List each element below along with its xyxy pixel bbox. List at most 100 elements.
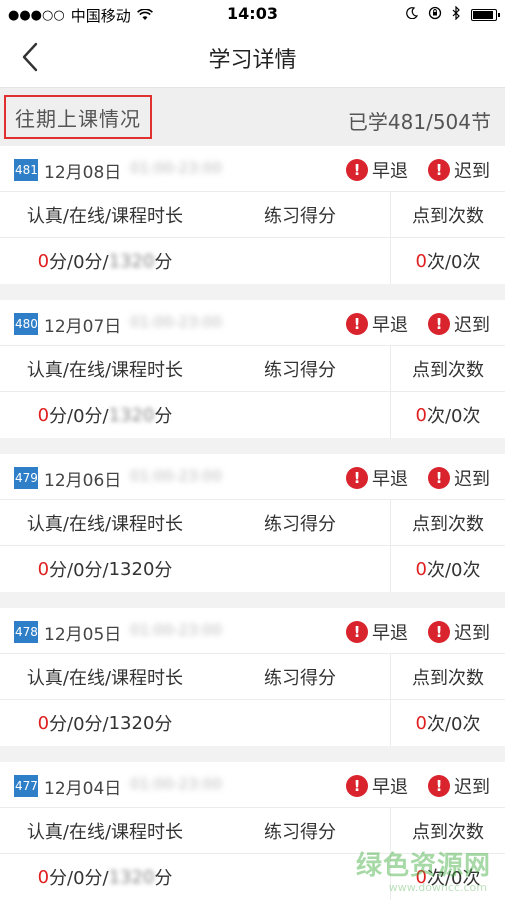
lesson-time: 01:00-23:00 [130,621,222,639]
lesson-card[interactable]: 480 12月07日 01:00-23:00 ! 早退 ! 迟到 认真/在线/课… [0,300,505,438]
history-label: 往期上课情况 [4,95,152,139]
lesson-number-badge: 481 [14,159,38,181]
lesson-time: 01:00-23:00 [130,775,222,793]
duration-column-header: 认真/在线/课程时长 [26,513,184,535]
late-label: 迟到 [454,777,490,798]
checkin-count: 0 [415,250,427,272]
course-minutes: 1320 [108,558,155,580]
duration-column-header: 认真/在线/课程时长 [26,205,184,227]
lesson-number-badge: 479 [14,467,38,489]
minute-unit: 分 [154,714,173,735]
leave-early-flag: ! 早退 [346,157,408,183]
score-column-header: 练习得分 [264,205,336,227]
lesson-date: 12月04日 [44,779,122,799]
lesson-date: 12月06日 [44,471,122,491]
value-row: 0 分/0分/1320 分 0 次/0次 [0,700,505,746]
lesson-card[interactable]: 479 12月06日 01:00-23:00 ! 早退 ! 迟到 认真/在线/课… [0,454,505,592]
duration-text: 分/0分/ [49,560,109,581]
duration-text: 分/0分/ [49,406,109,427]
lesson-progress: 已学481/504节 [347,110,491,134]
leave-early-label: 早退 [372,777,408,798]
checkin-column-header: 点到次数 [390,346,505,391]
minute-unit: 分 [154,252,173,273]
score-column-header: 练习得分 [264,513,336,535]
duration-value: 0 分/0分/1320 分 [0,392,210,438]
duration-value: 0 分/0分/1320 分 [0,238,210,284]
column-header-row: 认真/在线/课程时长 练习得分 点到次数 [0,346,505,392]
duration-column-header: 认真/在线/课程时长 [26,821,184,843]
late-flag: ! 迟到 [428,157,490,183]
leave-early-flag: ! 早退 [346,311,408,337]
leave-early-flag: ! 早退 [346,619,408,645]
score-column-header: 练习得分 [264,667,336,689]
score-column-header: 练习得分 [264,359,336,381]
alert-icon: ! [428,775,450,797]
late-flag: ! 迟到 [428,619,490,645]
duration-text: 分/0分/ [49,714,109,735]
lesson-time: 01:00-23:00 [130,159,222,177]
lesson-date: 12月07日 [44,317,122,337]
late-label: 迟到 [454,469,490,490]
duration-text: 分/0分/ [49,252,109,273]
late-label: 迟到 [454,623,490,644]
alert-icon: ! [346,313,368,335]
lesson-card[interactable]: 481 12月08日 01:00-23:00 ! 早退 ! 迟到 认真/在线/课… [0,146,505,284]
status-right [406,5,500,24]
attentive-minutes: 0 [37,866,50,888]
alert-icon: ! [346,621,368,643]
checkin-text: 次/0次 [426,406,481,427]
alert-icon: ! [428,313,450,335]
score-value [210,700,390,746]
leave-early-label: 早退 [372,469,408,490]
attentive-minutes: 0 [37,712,50,734]
checkin-column-header: 点到次数 [390,192,505,237]
duration-value: 0 分/0分/1320 分 [0,854,210,900]
column-header-row: 认真/在线/课程时长 练习得分 点到次数 [0,500,505,546]
alert-icon: ! [428,159,450,181]
attentive-minutes: 0 [37,404,50,426]
lesson-header: 481 12月08日 01:00-23:00 ! 早退 ! 迟到 [0,146,505,192]
checkin-count: 0 [415,404,427,426]
alert-icon: ! [346,467,368,489]
column-header-row: 认真/在线/课程时长 练习得分 点到次数 [0,192,505,238]
score-value [210,392,390,438]
column-header-row: 认真/在线/课程时长 练习得分 点到次数 [0,654,505,700]
nav-bar: 学习详情 [0,28,505,88]
checkin-count: 0 [415,558,427,580]
late-flag: ! 迟到 [428,311,490,337]
battery-icon [471,9,500,21]
lesson-number-badge: 477 [14,775,38,797]
alert-icon: ! [428,621,450,643]
leave-early-flag: ! 早退 [346,773,408,799]
course-minutes: 1320 [108,250,155,272]
late-flag: ! 迟到 [428,773,490,799]
watermark-logo: 绿色资源网 [355,851,491,881]
duration-column-header: 认真/在线/课程时长 [26,359,184,381]
checkin-column-header: 点到次数 [390,500,505,545]
lesson-header: 479 12月06日 01:00-23:00 ! 早退 ! 迟到 [0,454,505,500]
lesson-date: 12月05日 [44,625,122,645]
course-minutes: 1320 [108,866,155,888]
score-value [210,238,390,284]
leave-early-flag: ! 早退 [346,465,408,491]
checkin-value: 0 次/0次 [390,392,505,438]
checkin-value: 0 次/0次 [390,700,505,746]
leave-early-label: 早退 [372,623,408,644]
leave-early-label: 早退 [372,161,408,182]
value-row: 0 分/0分/1320 分 0 次/0次 [0,546,505,592]
lesson-header: 478 12月05日 01:00-23:00 ! 早退 ! 迟到 [0,608,505,654]
late-flag: ! 迟到 [428,465,490,491]
lesson-list: 481 12月08日 01:00-23:00 ! 早退 ! 迟到 认真/在线/课… [0,146,505,900]
checkin-text: 次/0次 [426,714,481,735]
status-bar: ●●●○○ 中国移动 14:03 [0,0,505,28]
alert-icon: ! [428,467,450,489]
minute-unit: 分 [154,560,173,581]
minute-unit: 分 [154,868,173,889]
lesson-number-badge: 478 [14,621,38,643]
score-value [210,546,390,592]
attentive-minutes: 0 [37,250,50,272]
lesson-header: 480 12月07日 01:00-23:00 ! 早退 ! 迟到 [0,300,505,346]
lesson-card[interactable]: 478 12月05日 01:00-23:00 ! 早退 ! 迟到 认真/在线/课… [0,608,505,746]
checkin-column-header: 点到次数 [390,654,505,699]
checkin-text: 次/0次 [426,560,481,581]
